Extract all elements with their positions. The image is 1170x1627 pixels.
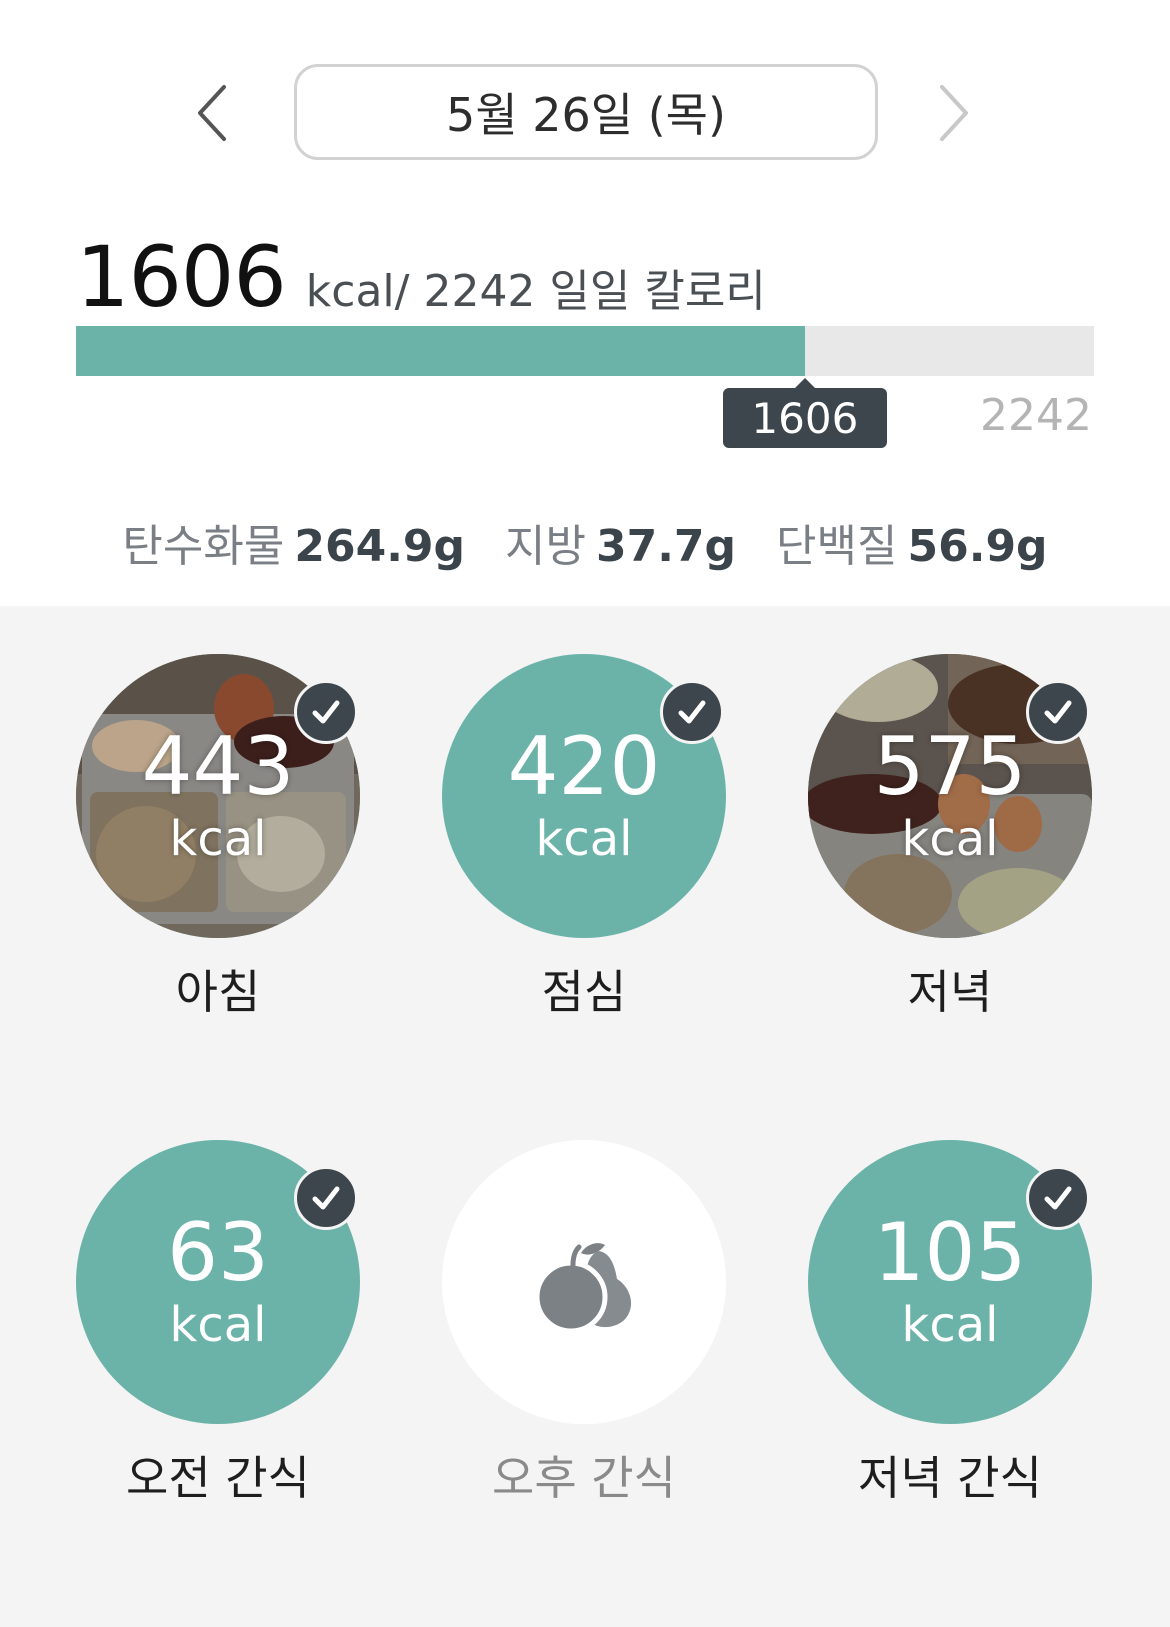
macro-value: 37.7g (595, 521, 737, 572)
check-icon (294, 1166, 358, 1230)
meal-kcal: 443 (141, 720, 295, 813)
meal-breakfast[interactable]: 443 kcal 아침 (68, 654, 368, 1022)
macro-summary: 탄수화물 264.9g 지방 37.7g 단백질 56.9g (0, 510, 1170, 574)
chevron-left-icon (198, 85, 226, 141)
meal-evening-snack[interactable]: 105 kcal 저녁 간식 (800, 1140, 1100, 1508)
check-icon (660, 680, 724, 744)
summary-panel: 5월 26일 (목) 1606 kcal/ 2242 일일 칼로리 1606 2… (0, 0, 1170, 606)
macro-value: 264.9g (294, 521, 466, 572)
meal-kcal-unit: kcal (901, 1297, 999, 1353)
check-icon (294, 680, 358, 744)
meal-circle[interactable] (442, 1140, 726, 1424)
meal-kcal-unit: kcal (169, 1297, 267, 1353)
meal-kcal-unit: kcal (169, 811, 267, 867)
meal-kcal: 420 (507, 720, 661, 813)
meal-label: 오후 간식 (492, 1451, 676, 1505)
macro-name: 탄수화물 (122, 521, 285, 572)
date-selector[interactable]: 5월 26일 (목) (294, 64, 878, 160)
meal-circle[interactable]: 575 kcal (808, 654, 1092, 938)
check-icon (1026, 680, 1090, 744)
meal-lunch[interactable]: 420 kcal 점심 (434, 654, 734, 1022)
goal-label: 2242 (980, 390, 1092, 441)
meal-label: 점심 (541, 965, 627, 1019)
meal-label: 오전 간식 (126, 1451, 310, 1505)
macro-name: 단백질 (776, 521, 898, 572)
meal-kcal-unit: kcal (901, 811, 999, 867)
calorie-summary: 1606 kcal/ 2242 일일 칼로리 (76, 228, 766, 326)
meal-label: 아침 (175, 965, 261, 1019)
macro-value: 56.9g (907, 521, 1048, 572)
meal-dinner[interactable]: 575 kcal 저녁 (800, 654, 1100, 1022)
macro-carbs: 탄수화물 264.9g (122, 510, 465, 574)
calorie-progress-bar (76, 326, 1094, 376)
meal-kcal: 63 (167, 1206, 269, 1299)
calorie-goal-text: kcal/ 2242 일일 칼로리 (305, 266, 766, 317)
macro-fat: 지방 37.7g (505, 510, 736, 574)
meal-label: 저녁 간식 (858, 1451, 1042, 1505)
calorie-progress-fill (76, 326, 805, 376)
macro-protein: 단백질 56.9g (776, 510, 1048, 574)
check-icon (1026, 1166, 1090, 1230)
meal-circle[interactable]: 443 kcal (76, 654, 360, 938)
meal-kcal: 105 (873, 1206, 1027, 1299)
meal-kcal-unit: kcal (535, 811, 633, 867)
consumed-tooltip: 1606 (722, 378, 887, 448)
meal-label: 저녁 (907, 965, 993, 1019)
chevron-right-icon (940, 85, 968, 141)
meal-afternoon-snack[interactable]: 오후 간식 (434, 1140, 734, 1508)
meal-kcal: 575 (873, 720, 1027, 813)
next-day-button[interactable] (922, 78, 982, 148)
fruit-icon (534, 1243, 632, 1334)
meal-circle[interactable]: 63 kcal (76, 1140, 360, 1424)
meal-circle[interactable]: 420 kcal (442, 654, 726, 938)
meal-morning-snack[interactable]: 63 kcal 오전 간식 (68, 1140, 368, 1508)
macro-name: 지방 (505, 521, 586, 572)
prev-day-button[interactable] (184, 78, 244, 148)
meal-circle[interactable]: 105 kcal (808, 1140, 1092, 1424)
consumed-calories: 1606 (76, 228, 287, 326)
